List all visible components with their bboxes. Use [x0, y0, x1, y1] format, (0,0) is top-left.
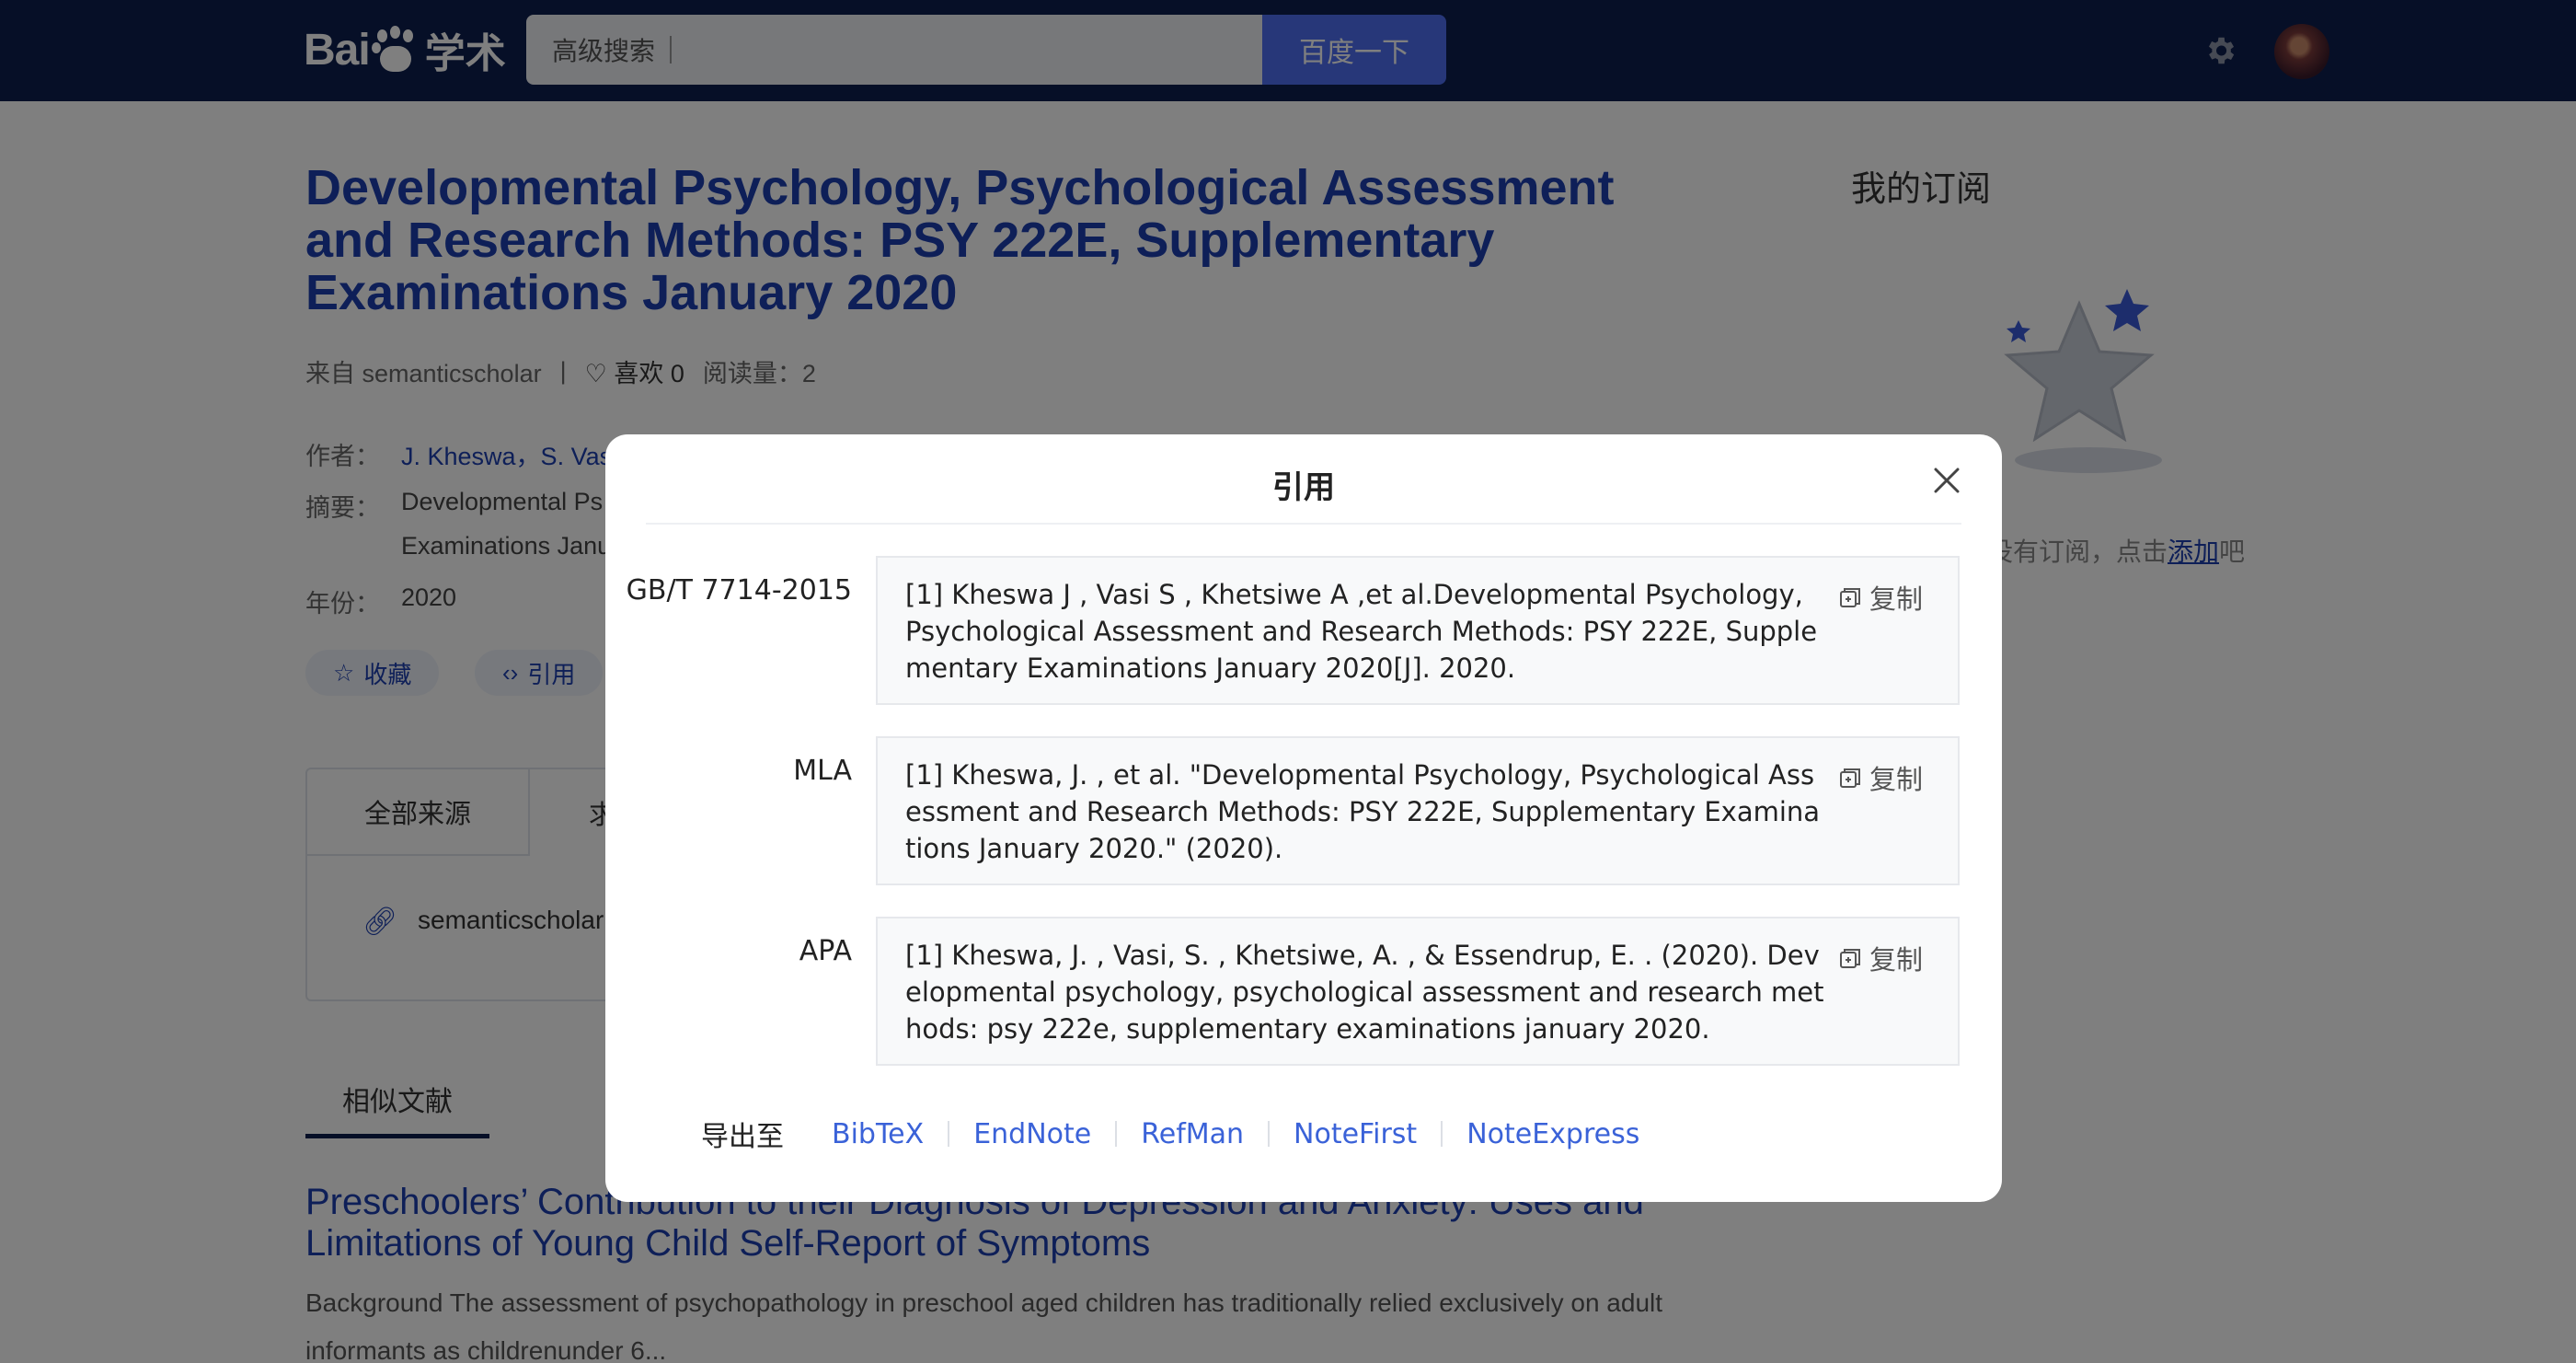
citation-box-gbt: [1] Kheswa J , Vasi S , Khetsiwe A ,et a… [876, 556, 1960, 705]
export-divider [1441, 1121, 1443, 1147]
copy-button-mla[interactable]: 复制 [1838, 758, 1923, 797]
citation-format-gbt: GB/T 7714-2015 [626, 574, 852, 606]
citation-dialog: 引用 GB/T 7714-2015 [1] Kheswa J , Vasi S … [605, 434, 2002, 1202]
copy-icon [1840, 588, 1860, 607]
copy-button-gbt[interactable]: 复制 [1838, 578, 1923, 617]
copy-label: 复制 [1869, 946, 1924, 976]
copy-icon [1840, 768, 1860, 788]
export-noteexpress[interactable]: NoteExpress [1466, 1118, 1639, 1150]
citation-text-apa: [1] Kheswa, J. , Vasi, S. , Khetsiwe, A.… [905, 940, 1824, 1045]
close-icon[interactable] [1928, 462, 1965, 499]
export-row: 导出至 BibTeX EndNote RefMan NoteFirst Note… [701, 1114, 1639, 1154]
export-divider [948, 1121, 950, 1147]
export-refman[interactable]: RefMan [1141, 1118, 1244, 1150]
citation-format-apa: APA [799, 935, 852, 967]
export-bibtex[interactable]: BibTeX [832, 1118, 924, 1150]
citation-box-apa: [1] Kheswa, J. , Vasi, S. , Khetsiwe, A.… [876, 917, 1960, 1066]
dialog-header: 引用 [646, 434, 1961, 525]
copy-label: 复制 [1869, 585, 1924, 615]
export-divider [1115, 1121, 1118, 1147]
export-endnote[interactable]: EndNote [973, 1118, 1091, 1150]
citation-box-mla: [1] Kheswa, J. , et al. "Developmental P… [876, 736, 1960, 885]
export-divider [1268, 1121, 1271, 1147]
copy-label: 复制 [1869, 766, 1924, 795]
dialog-title: 引用 [1272, 470, 1335, 505]
export-notefirst[interactable]: NoteFirst [1294, 1118, 1417, 1150]
copy-button-apa[interactable]: 复制 [1838, 939, 1923, 977]
citation-text-gbt: [1] Kheswa J , Vasi S , Khetsiwe A ,et a… [905, 579, 1818, 684]
export-label: 导出至 [701, 1122, 784, 1152]
copy-icon [1840, 949, 1860, 968]
citation-format-mla: MLA [793, 755, 852, 787]
citation-text-mla: [1] Kheswa, J. , et al. "Developmental P… [905, 759, 1821, 864]
